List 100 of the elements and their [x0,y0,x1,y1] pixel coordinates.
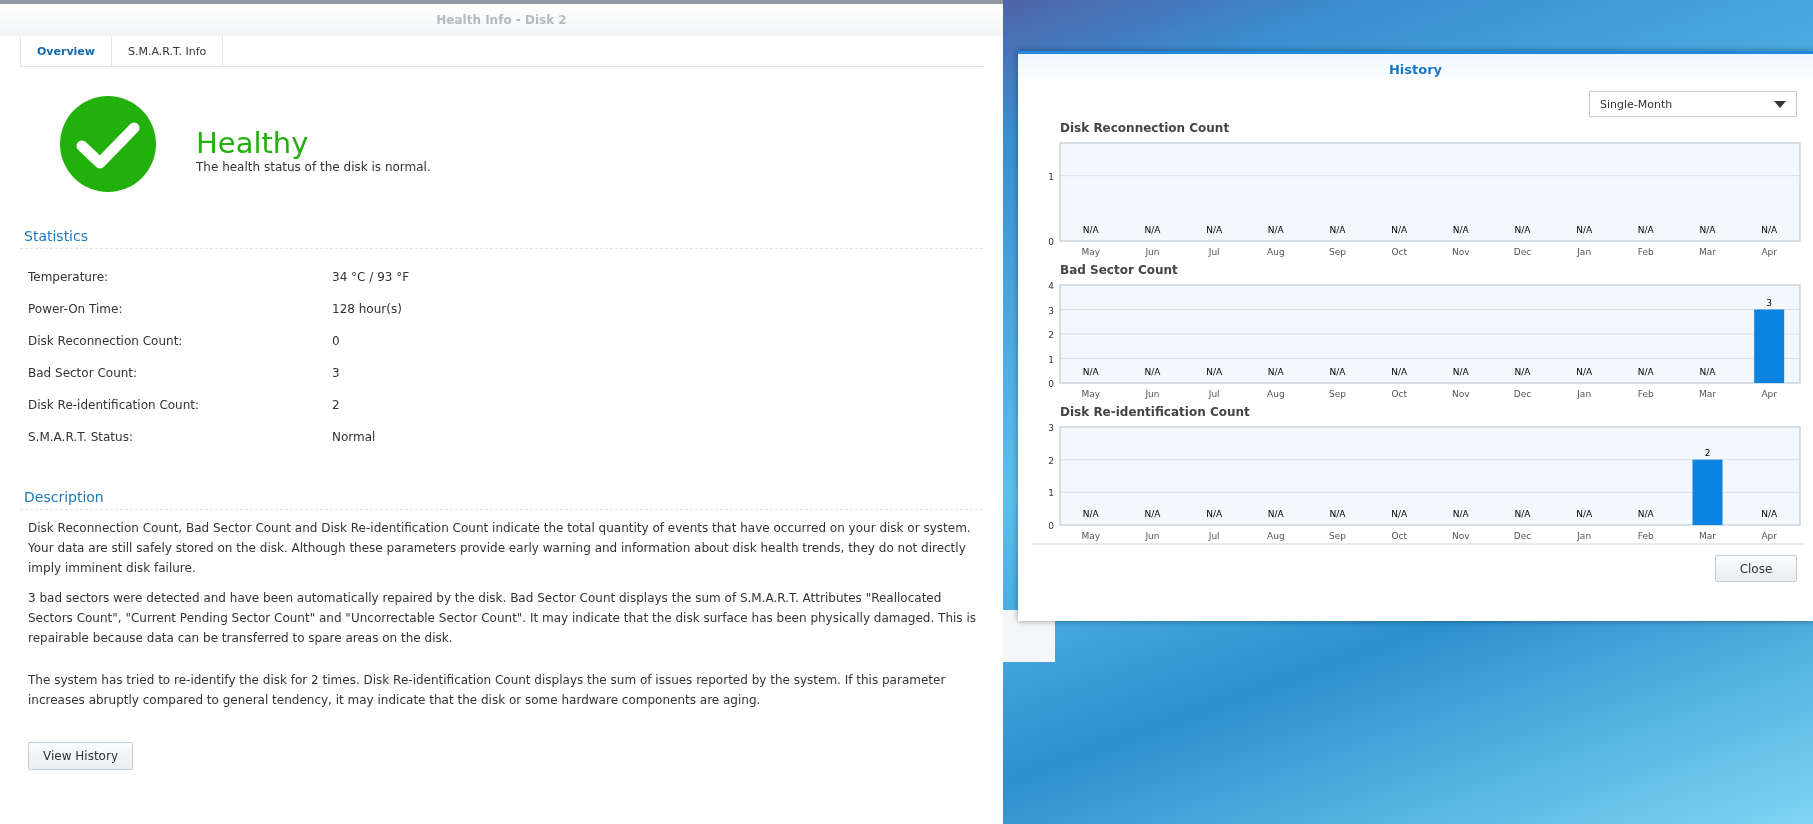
bar [1692,459,1723,525]
axis-label: Mar [1699,531,1716,541]
value-label: N/A [1391,509,1408,519]
axis-tick-label: 1 [1048,488,1054,499]
value-label: N/A [1576,509,1593,519]
chart-title: Bad Sector Count [1060,263,1178,277]
value-label: N/A [1514,225,1531,235]
axis-label: Nov [1452,389,1470,399]
value-label: N/A [1452,509,1469,519]
description-paragraph: The system has tried to re-identify the disk for 2 times. Disk Re-identification Count displays the sum of issues reported by the system. If this parameter increases abruptly compared to general tendency, it may indicate that the disk or some hardware components are aging. [28,672,947,709]
axis-tick-label: 0 [1048,237,1054,247]
value-label: N/A [1391,225,1408,235]
axis-tick-label: 0 [1048,521,1054,531]
axis-label: Jun [1145,247,1160,257]
value-label: 2 [1704,447,1711,458]
axis-tick-label: 4 [1048,281,1054,291]
chart-title: Disk Reconnection Count [1060,121,1230,135]
axis-label: Oct [1391,389,1407,399]
axis-label: Jul [1208,531,1220,541]
axis-label: Oct [1391,247,1407,257]
value-label: N/A [1206,509,1223,519]
close-button[interactable]: Close [1715,555,1797,582]
axis-label: Aug [1267,247,1285,257]
status-heading: Healthy [196,126,310,160]
value-label: N/A [1144,367,1161,377]
stat-label: Disk Re-identification Count: [28,398,201,412]
axis-label: Jan [1577,247,1592,257]
axis-label: Jul [1208,389,1220,399]
value-label: N/A [1576,367,1593,377]
value-label: 3 [1766,297,1773,308]
axis-label: Dec [1513,389,1532,399]
axis-label: Sep [1329,531,1346,541]
period-dropdown[interactable]: Single-Month [1589,91,1797,117]
axis-label: Dec [1513,531,1532,541]
stat-value: 34 °C / 93 °F [332,270,410,284]
tab[interactable]: Overview [21,36,112,66]
axis-tick-label: 3 [1048,423,1054,433]
axis-label: Feb [1637,531,1654,541]
value-label: N/A [1576,225,1593,235]
value-label: N/A [1637,225,1654,235]
axis-label: Oct [1391,531,1407,541]
stat-label: S.M.A.R.T. Status: [28,430,134,444]
value-label: N/A [1267,367,1284,377]
value-label: N/A [1082,509,1099,519]
axis-tick-label: 2 [1048,455,1054,466]
axis-label: Apr [1761,247,1777,257]
axis-label: Mar [1699,247,1716,257]
stat-label: Bad Sector Count: [28,366,139,380]
axis-label: Dec [1513,247,1532,257]
value-label: N/A [1206,367,1223,377]
value-label: N/A [1329,367,1346,377]
axis-label: Mar [1699,389,1716,399]
axis-label: Feb [1637,247,1654,257]
axis-label: May [1081,389,1101,399]
value-label: N/A [1761,509,1778,519]
axis-label: Sep [1329,389,1346,399]
axis-label: Jul [1208,247,1220,257]
axis-label: Apr [1761,531,1777,541]
axis-label: Aug [1267,389,1285,399]
value-label: N/A [1082,367,1099,377]
chart-title: Disk Re-identification Count [1060,405,1250,419]
stat-label: Power-On Time: [28,302,124,316]
value-label: N/A [1329,509,1346,519]
axis-label: Nov [1452,531,1470,541]
axis-tick-label: 2 [1048,330,1054,340]
value-label: N/A [1082,225,1099,235]
axis-label: May [1081,531,1101,541]
value-label: N/A [1761,225,1778,235]
axis-tick-label: 3 [1048,305,1054,316]
tab[interactable]: S.M.A.R.T. Info [112,36,224,66]
value-label: N/A [1144,225,1161,235]
status-message: The health status of the disk is normal. [196,160,431,174]
value-label: N/A [1514,367,1531,377]
stat-label: Disk Reconnection Count: [28,334,184,348]
value-label: N/A [1144,509,1161,519]
value-label: N/A [1267,509,1284,519]
caret-icon [1774,100,1786,108]
axis-label: Jun [1145,389,1160,399]
value-label: N/A [1699,225,1716,235]
axis-label: Feb [1637,389,1654,399]
axis-label: Aug [1267,531,1285,541]
stat-value: Normal [332,430,376,444]
section-heading: Description [20,489,983,510]
axis-label: Jan [1577,531,1592,541]
axis-tick-label: 1 [1048,171,1054,182]
stat-value: 3 [332,366,340,380]
description-paragraph: 3 bad sectors were detected and have been automatically repaired by the disk. Bad Sector Count displays the sum of S.M.A.R.T. Attributes "Reallocated Sectors Count", "Current Pending Sector Count" and "Uncorrectable Sector Count". It may indicate that the disk surface has been physically damaged. This is repairable because data can be transferred to spare areas on the disk. [28,590,978,647]
section-heading: Statistics [20,228,983,249]
value-label: N/A [1206,225,1223,235]
axis-tick-label: 1 [1048,354,1054,365]
stat-value: 2 [332,398,340,412]
value-label: N/A [1637,509,1654,519]
view-history-button[interactable]: View History [28,742,133,770]
value-label: N/A [1452,225,1469,235]
stat-value: 0 [332,334,340,348]
axis-label: Apr [1761,389,1777,399]
value-label: N/A [1699,367,1716,377]
value-label: N/A [1267,225,1284,235]
axis-label: Nov [1452,247,1470,257]
axis-label: May [1081,247,1101,257]
